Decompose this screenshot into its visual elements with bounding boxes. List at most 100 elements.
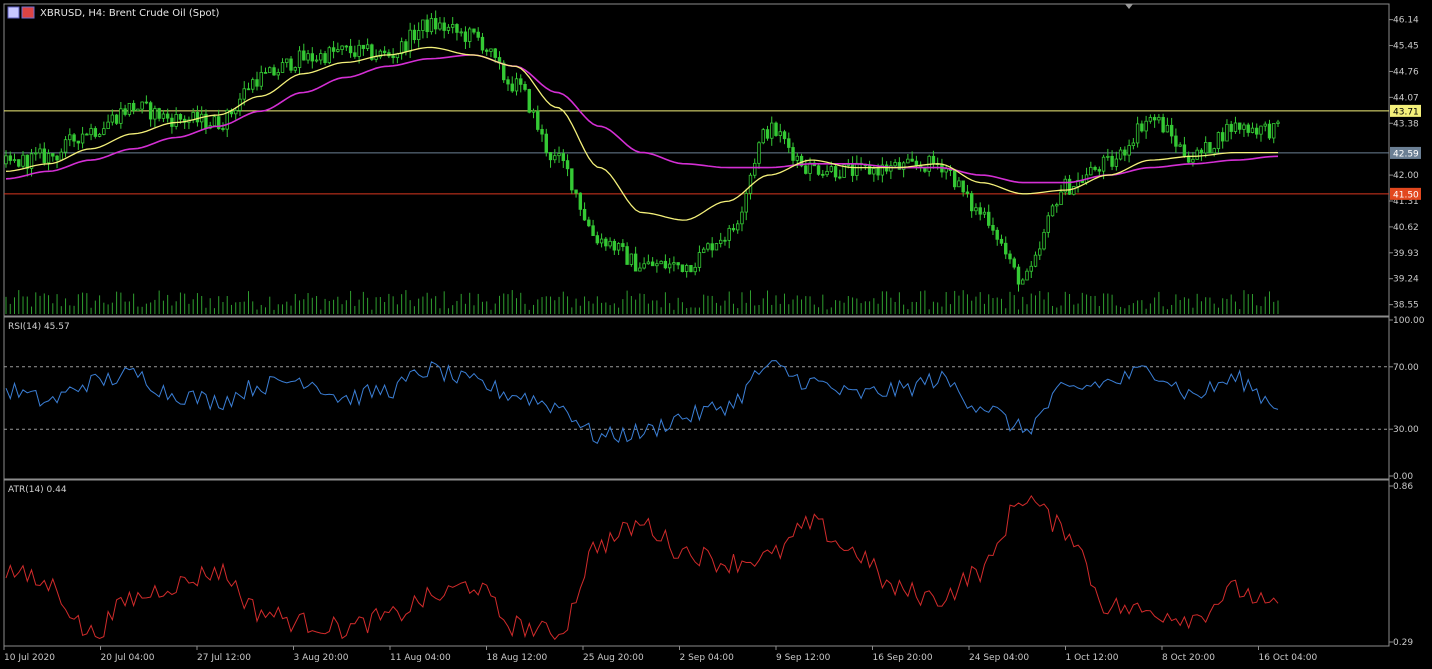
candle-body: [246, 88, 251, 91]
candle-body: [153, 108, 157, 120]
candle-body: [234, 110, 238, 115]
candle-body: [595, 235, 600, 244]
candle-body: [323, 53, 327, 64]
candle-body: [140, 101, 144, 110]
candle-body: [404, 41, 408, 52]
candle-body: [480, 36, 485, 51]
candle-body: [280, 62, 285, 73]
candle-body: [276, 72, 280, 76]
candle-body: [770, 122, 774, 139]
candle-body: [493, 48, 497, 58]
candle-body: [12, 159, 17, 162]
candle-body: [506, 79, 510, 85]
candle-body: [710, 243, 714, 251]
candle-body: [561, 153, 565, 162]
candle-body: [519, 78, 523, 85]
candle-body: [1178, 144, 1182, 147]
candle-body: [80, 133, 85, 144]
candle-body: [1212, 148, 1216, 154]
candle-body: [485, 49, 489, 52]
candle-body: [991, 224, 995, 231]
price-tick-label: 38.55: [1393, 301, 1419, 311]
candle-body: [536, 110, 540, 130]
candle-body: [893, 162, 897, 167]
candle-body: [740, 211, 744, 225]
candle-body: [1097, 169, 1102, 172]
candle-body: [1135, 123, 1140, 144]
price-tick-label: 39.24: [1393, 275, 1419, 285]
candle-body: [655, 263, 659, 267]
candle-body: [1093, 166, 1097, 170]
candle-body: [468, 28, 472, 42]
candle-body: [646, 261, 651, 265]
candle-body: [1106, 155, 1110, 158]
price-tick-label: 46.14: [1393, 16, 1419, 26]
candle-body: [221, 128, 225, 130]
candle-body: [55, 155, 59, 161]
candle-body: [706, 243, 710, 250]
candle-body: [995, 229, 999, 240]
candle-body: [931, 155, 936, 164]
candle-body: [251, 79, 255, 90]
candle-body: [110, 114, 115, 123]
candle-body: [978, 207, 982, 215]
candle-body: [21, 154, 25, 167]
candle-body: [872, 168, 876, 175]
price-levels: [4, 110, 1389, 195]
candle-body: [527, 89, 531, 113]
candle-body: [1050, 205, 1055, 217]
candle-body: [259, 71, 263, 87]
candle-body: [719, 239, 723, 244]
candle-body: [8, 155, 12, 161]
candle-body: [242, 88, 246, 100]
candle-body: [591, 225, 595, 237]
candle-body: [701, 248, 706, 253]
candle-body: [272, 67, 276, 76]
candle-body: [255, 79, 259, 87]
candle-body: [195, 111, 200, 123]
rsi-label: RSI(14) 45.57: [8, 322, 70, 332]
chart-shift-marker[interactable]: [1125, 4, 1133, 9]
candle-body: [910, 158, 914, 162]
candle-body: [38, 148, 42, 154]
candle-body: [174, 114, 178, 127]
candle-body: [1242, 124, 1246, 130]
candle-body: [714, 243, 719, 251]
candle-body: [472, 28, 476, 33]
candle-body: [510, 83, 514, 92]
atr-tick-label: 0.29: [1393, 638, 1413, 648]
candle-body: [982, 211, 987, 215]
candle-body: [625, 246, 629, 265]
trading-chart[interactable]: 46.14 45.45 44.76 44.07 43.38 42.00 41.31 40.62…: [0, 0, 1432, 665]
rsi-series: [4, 360, 1389, 445]
candle-body: [1033, 254, 1038, 267]
candle-body: [952, 170, 957, 188]
candle-body: [1191, 158, 1195, 163]
candle-body: [999, 238, 1004, 244]
candle-body: [263, 71, 268, 74]
time-tick-label: 8 Oct 20:00: [1162, 653, 1215, 663]
candle-body: [514, 78, 519, 92]
candle-body: [1012, 258, 1016, 268]
candle-body: [433, 18, 438, 30]
chart-flag-icon: [7, 6, 20, 19]
candle-body: [1144, 120, 1148, 132]
candle-body: [833, 166, 838, 178]
time-tick-label: 2 Sep 04:00: [680, 653, 735, 663]
candle-body: [761, 129, 765, 144]
atr-tick-label: 0.86: [1393, 482, 1413, 492]
candle-body: [34, 152, 38, 155]
candle-body: [1127, 145, 1131, 156]
candle-body: [476, 31, 480, 38]
candle-body: [1165, 124, 1170, 133]
candle-body: [310, 53, 315, 62]
candle-body: [667, 263, 672, 269]
rsi-tick-label: 100.00: [1393, 316, 1425, 326]
candle-body: [608, 240, 612, 247]
candle-body: [297, 50, 302, 68]
chart-canvas[interactable]: 46.1445.4544.7644.0743.3842.0041.3140.62…: [0, 0, 1432, 665]
candle-body: [829, 166, 834, 172]
candle-body: [314, 59, 319, 62]
candle-body: [1255, 127, 1259, 135]
candle-body: [876, 168, 880, 176]
